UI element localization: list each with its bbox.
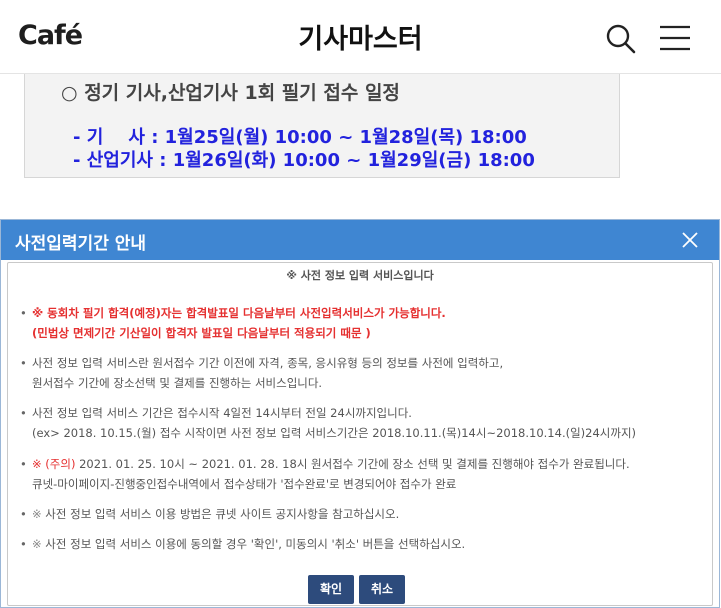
notice-text: 사전 정보 입력 서비스 기간은 접수시작 4일전 14시부터 전일 24시까지… (32, 406, 412, 420)
notice-text: ※ 사전 정보 입력 서비스 이용 방법은 큐넷 사이트 공지사항을 참고하십시… (32, 504, 399, 524)
notice-text: (민법상 면제기간 기산일이 합격자 발표일 다음날부터 적용되기 때문 ) (32, 326, 371, 340)
top-bar: Café 기사마스터 (0, 0, 721, 74)
article-schedule-image: ○ 정기 기사,산업기사 1회 필기 접수 일정 - 기 사 : 1월25일(월… (24, 74, 620, 178)
notice-text: ※ 동회차 필기 합격(예정)자는 합격발표일 다음날부터 사전입력서비스가 가… (32, 306, 446, 320)
close-icon (682, 232, 698, 248)
notice-text-main: 사전 정보 입력 서비스 이용 방법은 큐넷 사이트 공지사항을 참고하십시오. (41, 507, 400, 521)
note-mark: ※ (32, 507, 42, 521)
schedule-line-sanup: - 산업기사 : 1월26일(화) 10:00 ~ 1월29일(금) 18:00 (73, 150, 535, 171)
hamburger-menu-icon (660, 25, 690, 51)
cancel-button[interactable]: 취소 (359, 575, 405, 604)
bullet-dot: • (20, 406, 27, 420)
dialog-close-button[interactable] (679, 229, 701, 251)
menu-button[interactable] (658, 24, 692, 52)
dialog-header: 사전입력기간 안내 (1, 220, 719, 260)
notice-text: 원서접수 기간에 장소선택 및 결제를 진행하는 서비스입니다. (32, 376, 323, 390)
notice-text: 큐넷-마이페이지-진행중인접수내역에서 접수상태가 '접수완료'로 변경되어야 … (32, 477, 457, 491)
notice-text: ※ (주의) 2021. 01. 25. 10시 ~ 2021. 01. 28.… (32, 454, 630, 474)
caution-mark: ※ (주의) (32, 457, 76, 471)
dialog-title: 사전입력기간 안내 (15, 234, 147, 254)
dialog-body: ※ 사전 정보 입력 서비스입니다 • ※ 동회차 필기 합격(예정)자는 합격… (7, 262, 713, 606)
notice-text-main: 2021. 01. 25. 10시 ~ 2021. 01. 28. 18시 원서… (75, 457, 630, 471)
note-mark: ※ (32, 537, 42, 551)
notice-text: 사전 정보 입력 서비스란 원서접수 기간 이전에 자격, 종목, 응시유형 등… (32, 356, 504, 370)
confirm-button[interactable]: 확인 (308, 575, 354, 604)
search-icon (606, 24, 636, 54)
notice-text: ※ 사전 정보 입력 서비스 이용에 동의할 경우 '확인', 미동의시 '취소… (32, 534, 465, 554)
dialog-subtitle: ※ 사전 정보 입력 서비스입니다 (286, 269, 434, 282)
bullet-dot: • (20, 356, 27, 370)
bullet-dot: • (20, 306, 27, 320)
search-button[interactable] (604, 22, 638, 56)
bullet-dot: • (20, 457, 27, 471)
pre-input-notice-dialog: 사전입력기간 안내 ※ 사전 정보 입력 서비스입니다 • ※ 동회차 필기 합… (0, 219, 720, 608)
bullet-dot: • (20, 507, 27, 521)
bullet-dot: • (20, 537, 27, 551)
notice-text: (ex> 2018. 10.15.(월) 접수 시작이면 사전 정보 입력 서비… (32, 426, 637, 440)
notice-text-main: 사전 정보 입력 서비스 이용에 동의할 경우 '확인', 미동의시 '취소' … (41, 537, 466, 551)
schedule-heading: ○ 정기 기사,산업기사 1회 필기 접수 일정 (61, 82, 400, 104)
